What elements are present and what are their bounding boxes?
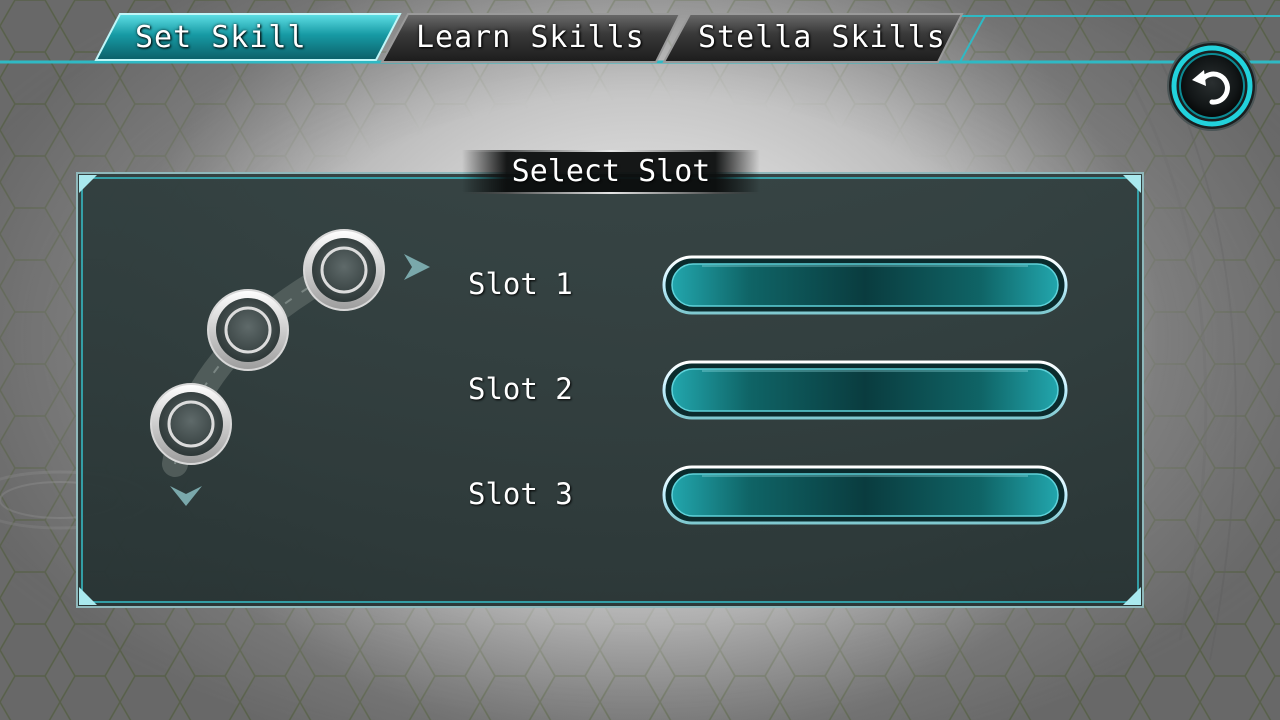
tab-set-skill[interactable]: Set Skill [135,18,307,58]
tab-stella-skills[interactable]: Stella Skills [698,18,946,58]
slot-orb-2 [207,289,289,371]
slot-1-button[interactable] [662,255,1068,315]
arrow-right-icon [404,254,430,280]
slot-2-button[interactable] [662,360,1068,420]
panel-title-plate: Select Slot [462,148,760,196]
slot-orb-1 [303,229,385,311]
back-button[interactable] [1166,40,1258,132]
tab-bar: Set Skill Learn Skills Stella Skills [0,0,1280,70]
slot-orb-3 [150,383,232,465]
game-screen: Set Skill Learn Skills Stella Skills Sel… [0,0,1280,720]
panel-title: Select Slot [511,154,711,189]
slot-3-button[interactable] [662,465,1068,525]
slot-2-label: Slot 2 [468,372,573,406]
slot-3-label: Slot 3 [468,477,573,511]
back-arrow-icon [1167,41,1257,131]
tab-learn-skills[interactable]: Learn Skills [416,18,645,58]
arrow-down-icon [170,486,202,506]
slot-1-label: Slot 1 [468,267,573,301]
slot-arc-diagram [150,229,430,506]
